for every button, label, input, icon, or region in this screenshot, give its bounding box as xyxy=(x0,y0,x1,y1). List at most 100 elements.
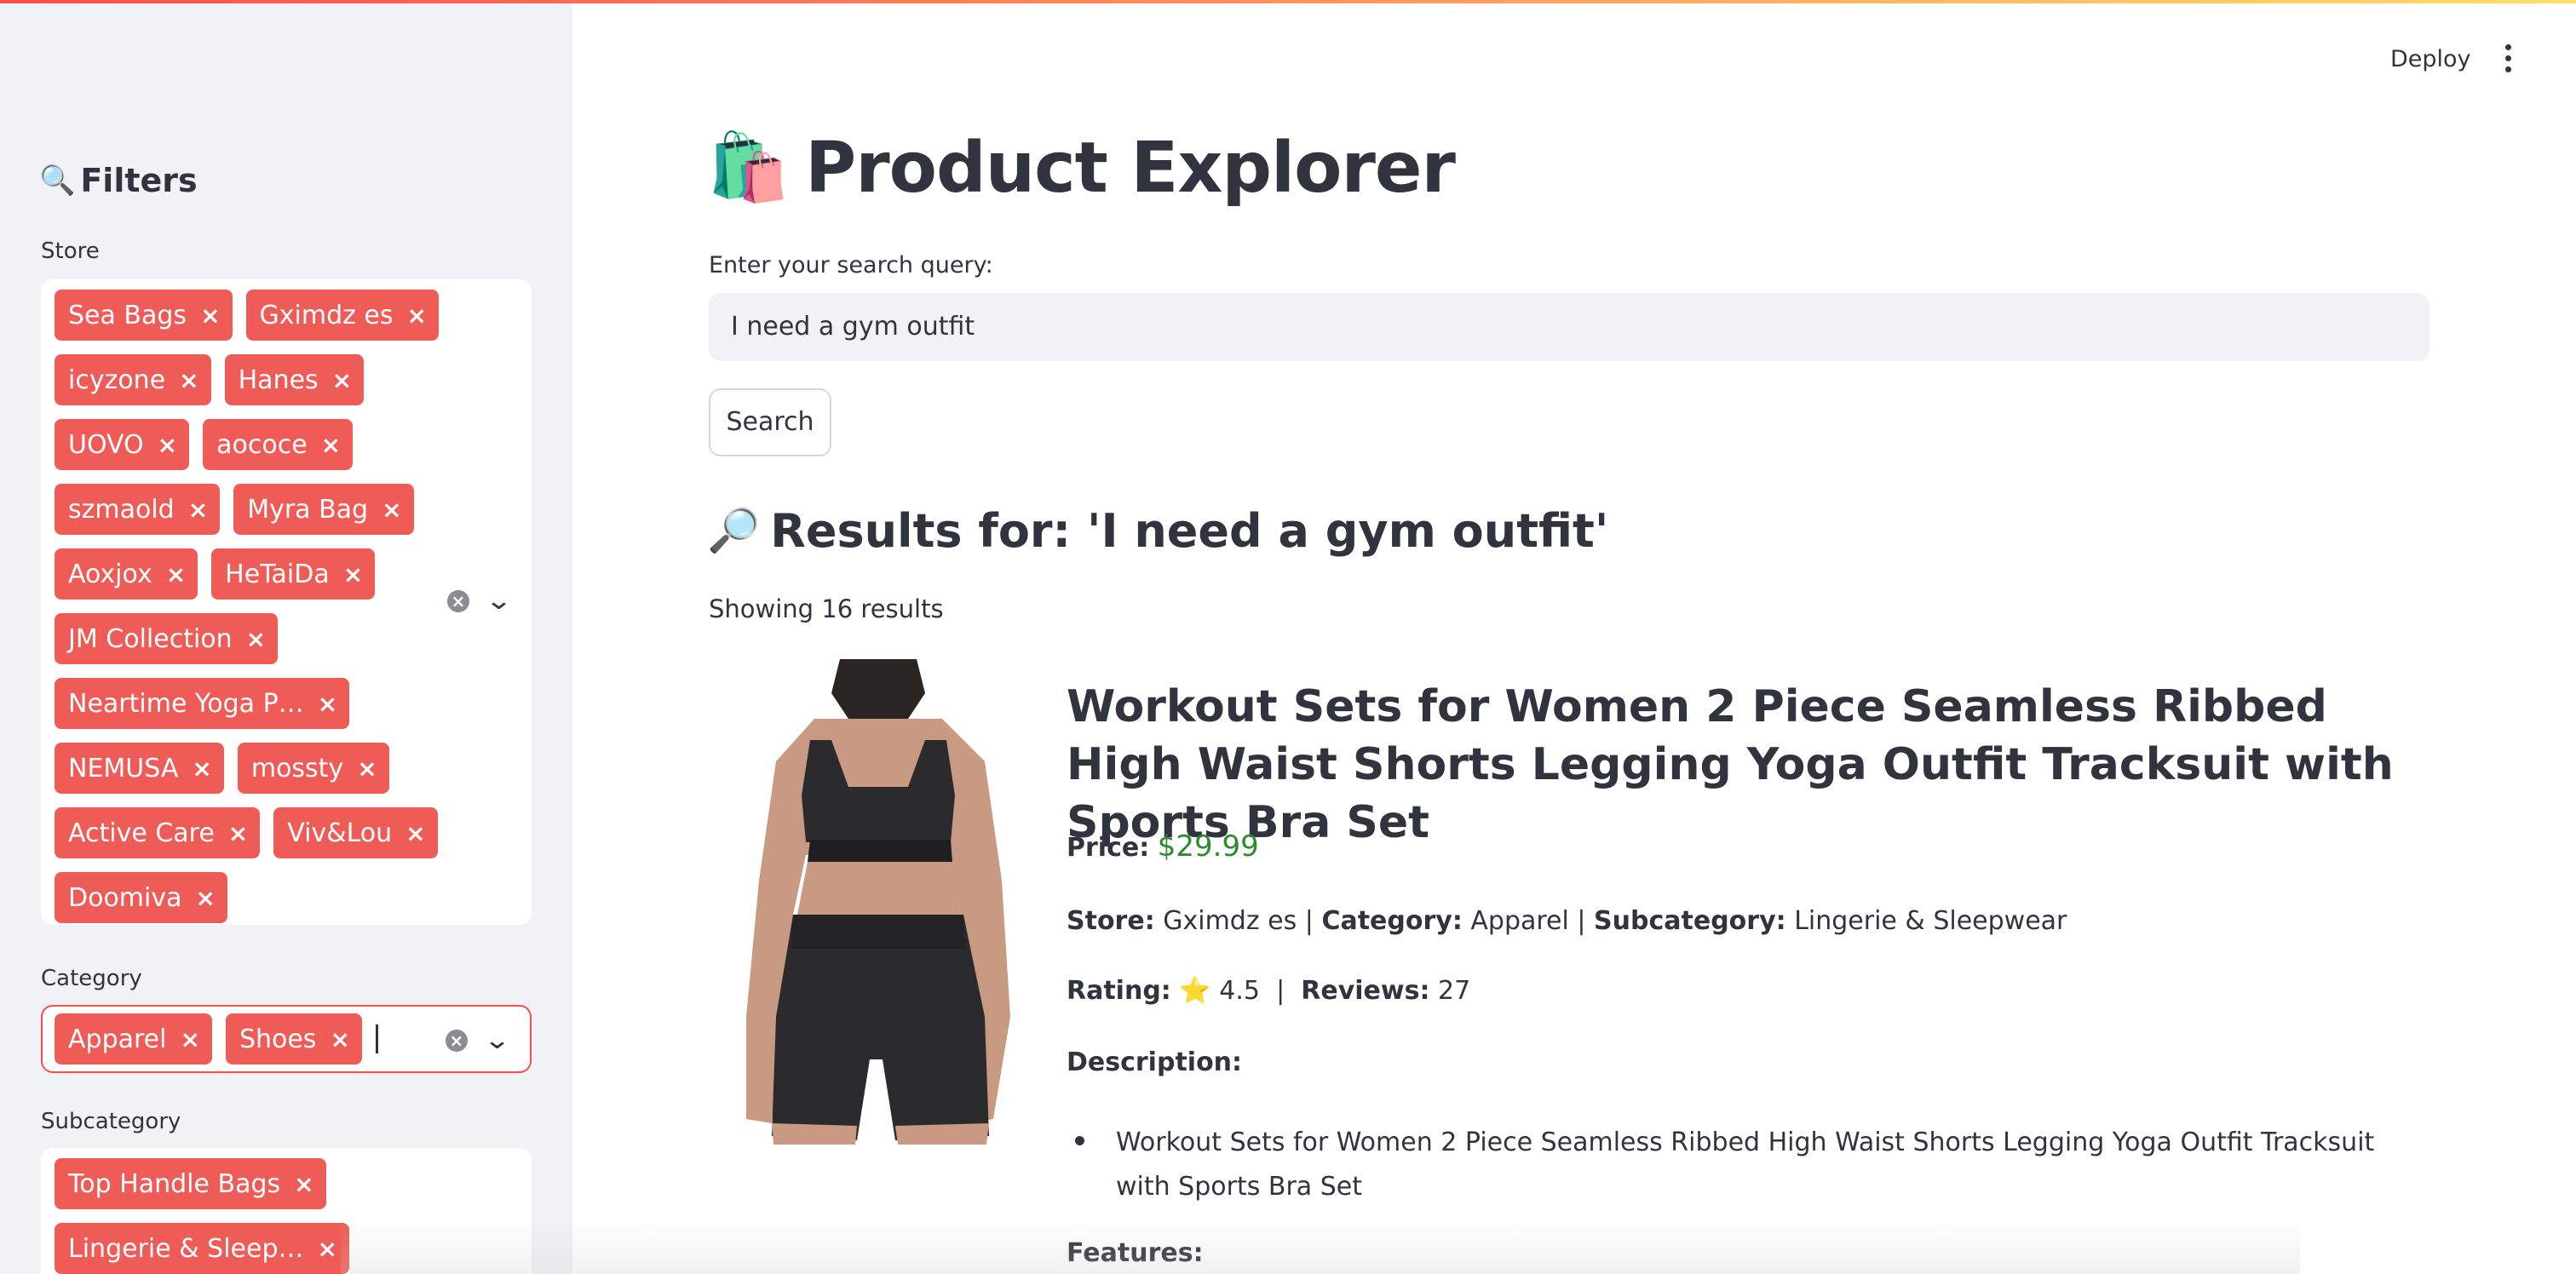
subcategory-meta-label: Subcategory: xyxy=(1594,906,1786,936)
filter-tag-label: Gximdz es xyxy=(259,300,394,330)
remove-tag-icon[interactable]: × xyxy=(357,755,377,783)
store-controls: × ⌄ xyxy=(446,586,513,616)
remove-tag-icon[interactable]: × xyxy=(405,819,425,847)
category-controls: × ⌄ xyxy=(445,1025,511,1055)
remove-tag-icon[interactable]: × xyxy=(407,301,427,330)
filter-tag-label: HeTaiDa xyxy=(225,559,330,589)
rating-line: Rating: ⭐ 4.5 | Reviews: 27 xyxy=(1067,976,1470,1006)
remove-tag-icon[interactable]: × xyxy=(318,1235,337,1263)
bottom-scroll-fade xyxy=(341,1218,2300,1274)
separator: | xyxy=(1276,976,1285,1006)
filter-tag-label: Viv&Lou xyxy=(287,818,393,848)
remove-tag-icon[interactable]: × xyxy=(330,1025,349,1053)
description-label: Description: xyxy=(1067,1047,1243,1077)
filter-tag: UOVO × xyxy=(55,419,190,470)
reviews-label: Reviews: xyxy=(1301,976,1430,1006)
remove-tag-icon[interactable]: × xyxy=(321,431,341,459)
category-meta-value: Apparel xyxy=(1470,906,1569,936)
deploy-button[interactable]: Deploy xyxy=(2390,46,2471,72)
results-heading: 🔎 Results for: 'I need a gym outfit' xyxy=(707,504,1608,558)
subcategory-multiselect[interactable]: Top Handle Bags × Lingerie & Sleep… × xyxy=(41,1148,532,1274)
filter-tag-label: mossty xyxy=(250,753,344,783)
remove-tag-icon[interactable]: × xyxy=(343,560,363,588)
remove-tag-icon[interactable]: × xyxy=(192,755,211,783)
reviews-value: 27 xyxy=(1438,976,1471,1006)
filter-tag-label: Hanes xyxy=(238,364,319,395)
filter-tag-label: Aoxjox xyxy=(68,559,152,589)
remove-tag-icon[interactable]: × xyxy=(158,431,177,459)
filter-tag: Aoxjox × xyxy=(55,548,198,600)
star-icon: ⭐ xyxy=(1179,976,1211,1006)
store-tags: Sea Bags × Gximdz es × icyzone × Hanes × UOVO × ao… xyxy=(55,290,455,923)
filter-tag-label: icyzone xyxy=(68,364,166,395)
filter-tag-label: Top Handle Bags xyxy=(68,1168,281,1199)
product-photo-illustration xyxy=(712,659,1038,1145)
remove-tag-icon[interactable]: × xyxy=(166,560,186,588)
subcategory-meta-value: Lingerie & Sleepwear xyxy=(1794,906,2067,936)
bullet-icon xyxy=(1075,1136,1084,1145)
remove-tag-icon[interactable]: × xyxy=(196,884,216,912)
filter-tag-label: Sea Bags xyxy=(68,300,187,330)
remove-tag-icon[interactable]: × xyxy=(228,819,248,847)
remove-tag-icon[interactable]: × xyxy=(200,301,220,330)
kebab-menu-icon[interactable] xyxy=(2501,44,2515,72)
filter-tag: Viv&Lou × xyxy=(273,807,438,858)
filter-tag: Myra Bag × xyxy=(233,484,414,535)
remove-tag-icon[interactable]: × xyxy=(332,366,352,394)
store-multiselect[interactable]: Sea Bags × Gximdz es × icyzone × Hanes × UOVO × ao… xyxy=(41,279,532,925)
filter-tag: Apparel × xyxy=(55,1013,212,1065)
search-input[interactable]: I need a gym outfit xyxy=(709,293,2429,361)
filter-tag-label: Shoes xyxy=(239,1024,317,1054)
filter-tag: Neartime Yoga P… × xyxy=(55,678,350,729)
separator: | xyxy=(1577,906,1586,936)
product-image xyxy=(712,659,1038,1145)
rating-label: Rating: xyxy=(1067,976,1171,1006)
clear-icon[interactable]: × xyxy=(445,1029,468,1052)
clear-icon[interactable]: × xyxy=(446,589,469,612)
kebab-dot xyxy=(2504,55,2511,61)
remove-tag-icon[interactable]: × xyxy=(382,496,401,524)
page-title-text: Product Explorer xyxy=(805,128,1456,209)
remove-tag-icon[interactable]: × xyxy=(180,1025,199,1053)
remove-tag-icon[interactable]: × xyxy=(294,1170,313,1198)
category-meta-label: Category: xyxy=(1321,906,1463,936)
search-button[interactable]: Search xyxy=(709,388,831,456)
chevron-down-icon[interactable]: ⌄ xyxy=(485,586,513,616)
filter-tag: mossty × xyxy=(237,743,389,794)
remove-tag-icon[interactable]: × xyxy=(188,496,208,524)
features-label: Features: xyxy=(1067,1238,1204,1268)
magnifier-icon: 🔍 xyxy=(39,164,76,198)
filter-tag-label: Active Care xyxy=(68,818,215,848)
filter-tag-label: Myra Bag xyxy=(247,494,369,525)
filters-title: Filters xyxy=(80,162,198,199)
category-multiselect[interactable]: Apparel × Shoes × × ⌄ xyxy=(41,1005,532,1073)
filter-tag: Lingerie & Sleep… × xyxy=(55,1223,349,1274)
filter-tag: Sea Bags × xyxy=(55,290,233,341)
filter-tag-label: Doomiva xyxy=(68,882,182,913)
kebab-dot xyxy=(2504,66,2511,72)
description-heading: Description: xyxy=(1067,1047,1242,1077)
chevron-down-icon[interactable]: ⌄ xyxy=(483,1025,511,1055)
filters-heading: 🔍 Filters xyxy=(39,162,198,199)
separator: | xyxy=(1304,906,1314,936)
remove-tag-icon[interactable]: × xyxy=(318,690,337,718)
price-label: Price: xyxy=(1067,833,1150,863)
description-item: Workout Sets for Women 2 Piece Seamless … xyxy=(1116,1128,2375,1202)
filter-tag-label: Lingerie & Sleep… xyxy=(68,1233,304,1264)
filter-tag: Top Handle Bags × xyxy=(55,1158,326,1209)
text-cursor[interactable] xyxy=(375,1024,378,1053)
price-line: Price: $29.99 xyxy=(1067,829,1259,864)
remove-tag-icon[interactable]: × xyxy=(179,366,198,394)
shopping-bags-icon: 🛍️ xyxy=(707,129,791,206)
page-title: 🛍️ Product Explorer xyxy=(707,128,1456,209)
top-decoration-bar xyxy=(0,0,2576,3)
remove-tag-icon[interactable]: × xyxy=(246,625,266,653)
filter-tag: Hanes × xyxy=(224,354,365,405)
store-label: Store xyxy=(41,238,100,264)
store-meta-label: Store: xyxy=(1067,906,1155,936)
subcategory-tags: Top Handle Bags × Lingerie & Sleep… × xyxy=(55,1158,455,1274)
filter-tag-label: szmaold xyxy=(68,494,175,525)
filter-tag: Shoes × xyxy=(225,1013,362,1065)
category-tags: Apparel × Shoes × xyxy=(55,1013,378,1065)
subcategory-label: Subcategory xyxy=(41,1109,181,1134)
